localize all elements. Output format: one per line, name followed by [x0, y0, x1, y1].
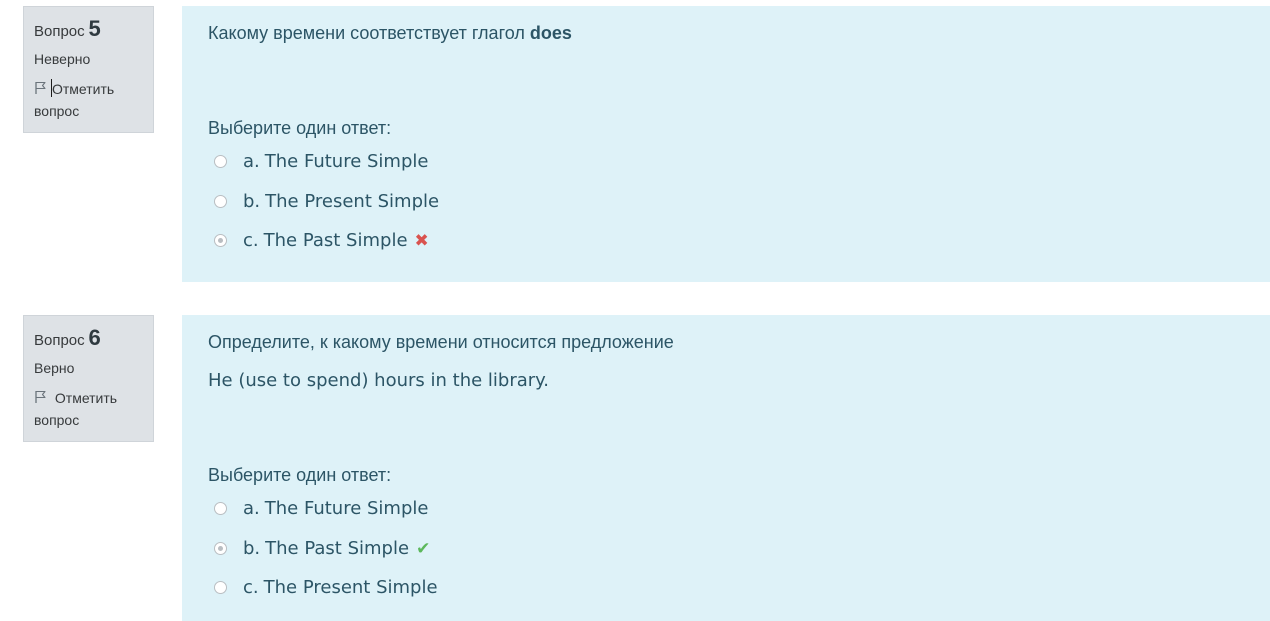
flag-label[interactable]: Отметить	[52, 81, 114, 97]
option-letter: a.	[243, 150, 260, 172]
question-number: 5	[88, 16, 101, 41]
question-text-prefix: Определите, к какому времени относится п…	[208, 332, 674, 352]
flag-label-2[interactable]: вопрос	[34, 103, 79, 119]
answer-prompt: Выберите один ответ:	[208, 465, 392, 485]
question-label: Вопрос	[34, 23, 85, 40]
radio-button-selected[interactable]	[214, 233, 227, 247]
answer-option-b[interactable]: b. The Past Simple ✔	[214, 534, 430, 562]
radio-button[interactable]	[214, 154, 227, 168]
option-text[interactable]: The Future Simple	[265, 498, 429, 519]
radio-button-selected[interactable]	[214, 541, 227, 555]
option-letter: c.	[243, 576, 259, 598]
question-number-line: Вопрос 5	[34, 15, 143, 46]
flag-question-button[interactable]: Отметить вопрос	[34, 78, 143, 122]
question-state: Верно	[34, 360, 75, 376]
option-text[interactable]: The Future Simple	[265, 151, 429, 172]
flag-label[interactable]: Отметить	[55, 390, 117, 406]
cross-icon: ✖	[414, 230, 429, 250]
check-icon: ✔	[416, 538, 431, 558]
flag-label-2[interactable]: вопрос	[34, 412, 79, 428]
question-number: 6	[88, 325, 101, 350]
answer-option-b[interactable]: b. The Present Simple	[214, 187, 439, 215]
question-info: Вопрос 5 Неверно Отметить вопрос	[23, 6, 154, 133]
question-label: Вопрос	[34, 332, 85, 349]
flag-icon[interactable]	[34, 390, 48, 404]
question-text-prefix: Какому времени соответствует глагол	[208, 23, 530, 43]
question-number-line: Вопрос 6	[34, 324, 143, 355]
radio-button[interactable]	[214, 580, 227, 594]
option-text[interactable]: The Past Simple	[264, 230, 408, 251]
answer-option-c[interactable]: c. The Present Simple	[214, 573, 438, 601]
answer-prompt: Выберите один ответ:	[208, 118, 392, 138]
radio-button[interactable]	[214, 194, 227, 208]
question-text-bold: does	[529, 23, 572, 43]
question-sentence: He (use to spend) hours in the library.	[208, 370, 549, 391]
option-letter: a.	[243, 497, 260, 519]
option-letter: b.	[243, 537, 261, 559]
option-letter: b.	[243, 190, 261, 212]
radio-button[interactable]	[214, 501, 227, 515]
flag-icon[interactable]	[34, 81, 48, 95]
question-info: Вопрос 6 Верно Отметить вопрос	[23, 315, 154, 442]
flag-question-button[interactable]: Отметить вопрос	[34, 387, 143, 431]
option-text[interactable]: The Past Simple	[265, 538, 409, 559]
question-text: Какому времени соответствует глагол does	[208, 23, 572, 44]
option-text[interactable]: The Present Simple	[264, 577, 438, 598]
answer-option-a[interactable]: a. The Future Simple	[214, 494, 428, 522]
question-state: Неверно	[34, 51, 91, 67]
question-text: Определите, к какому времени относится п…	[208, 332, 674, 353]
option-text[interactable]: The Present Simple	[265, 191, 439, 212]
answer-option-c[interactable]: c. The Past Simple ✖	[214, 226, 429, 254]
answer-option-a[interactable]: a. The Future Simple	[214, 147, 428, 175]
question-content: Определите, к какому времени относится п…	[182, 315, 1270, 621]
option-letter: c.	[243, 229, 259, 251]
question-content: Какому времени соответствует глагол does…	[182, 6, 1270, 282]
